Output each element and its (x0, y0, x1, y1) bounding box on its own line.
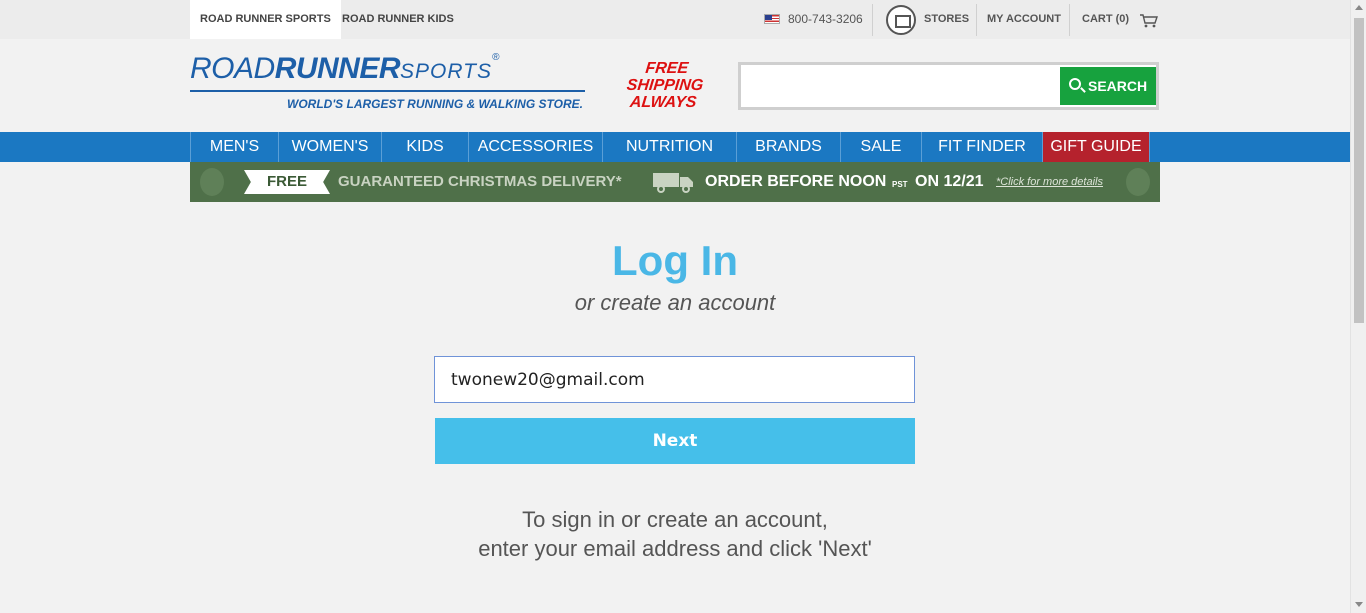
promo-date: ON 12/21 (915, 173, 984, 190)
nav-mens[interactable]: MEN'S (191, 132, 279, 162)
nav-kids[interactable]: KIDS (382, 132, 469, 162)
scrollbar-thumb[interactable] (1354, 18, 1364, 323)
page-title: Log In (612, 237, 738, 284)
divider (872, 4, 873, 36)
phone-number[interactable]: 800-743-3206 (788, 0, 863, 39)
stores-link[interactable]: STORES (924, 0, 969, 39)
tab-road-runner-sports[interactable]: ROAD RUNNER SPORTS (190, 0, 341, 39)
truck-icon (653, 173, 693, 193)
instruction-line: To sign in or create an account, (522, 507, 828, 532)
christmas-delivery-banner[interactable]: FREE GUARANTEED CHRISTMAS DELIVERY* ORDE… (190, 162, 1160, 202)
logo-runner: RUNNER (274, 52, 401, 85)
search-icon (1069, 78, 1081, 90)
divider (976, 4, 977, 36)
nav-sale[interactable]: SALE (841, 132, 922, 162)
vertical-scrollbar[interactable] (1350, 0, 1366, 613)
free-shipping-line: SHIPPING (625, 77, 705, 94)
free-shipping-badge: FREE SHIPPING ALWAYS (619, 60, 710, 111)
tab-road-runner-kids[interactable]: ROAD RUNNER KIDS (332, 0, 464, 39)
nav-nutrition[interactable]: NUTRITION (603, 132, 737, 162)
nav-womens[interactable]: WOMEN'S (279, 132, 382, 162)
search-input[interactable] (741, 65, 1059, 107)
logo-sports: SPORTS (400, 60, 492, 83)
page-subtitle: or create an account (574, 290, 776, 315)
logo-underline (190, 90, 585, 92)
next-button[interactable]: Next (435, 418, 915, 464)
nav-brands[interactable]: BRANDS (737, 132, 841, 162)
free-shipping-line: FREE (644, 60, 690, 77)
search-box: SEARCH (738, 62, 1159, 110)
nav-accessories[interactable]: ACCESSORIES (469, 132, 603, 162)
email-field[interactable] (434, 356, 915, 403)
divider (1069, 4, 1070, 36)
search-button-label: SEARCH (1088, 78, 1148, 94)
logo-road: ROAD (190, 52, 275, 85)
cart-icon[interactable] (1140, 14, 1158, 28)
logo-registered-mark: ® (492, 52, 499, 63)
top-utility-bar: ROAD RUNNER SPORTS ROAD RUNNER KIDS 800-… (0, 0, 1350, 39)
scroll-up-arrow-icon[interactable] (1355, 5, 1363, 10)
instruction-line: enter your email address and click 'Next… (478, 536, 872, 561)
nav-gift-guide[interactable]: GIFT GUIDE (1043, 132, 1150, 162)
logo-wordmark: ROADRUNNERSPORTS® (190, 52, 590, 86)
promo-pst: PST (892, 180, 908, 189)
search-button[interactable]: SEARCH (1060, 67, 1156, 105)
us-flag-icon (764, 14, 780, 24)
ornament-icon (200, 168, 224, 196)
site-logo[interactable]: ROADRUNNERSPORTS® WORLD'S LARGEST RUNNIN… (190, 52, 590, 112)
ornament-icon (1126, 168, 1150, 196)
my-account-link[interactable]: MY ACCOUNT (987, 0, 1061, 39)
promo-free-tag: FREE (244, 170, 330, 194)
login-instructions: To sign in or create an account, enter y… (0, 505, 1350, 563)
scroll-down-arrow-icon[interactable] (1355, 602, 1363, 607)
promo-details-link[interactable]: *Click for more details (996, 162, 1103, 202)
promo-guaranteed-text: GUARANTEED CHRISTMAS DELIVERY* (338, 173, 622, 190)
free-shipping-line: ALWAYS (629, 94, 698, 111)
cart-link[interactable]: CART (0) (1082, 0, 1129, 39)
nav-fit-finder[interactable]: FIT FINDER (922, 132, 1043, 162)
promo-order-before: ORDER BEFORE NOON (705, 173, 887, 190)
logo-tagline: WORLD'S LARGEST RUNNING & WALKING STORE. (287, 97, 583, 111)
store-icon[interactable] (886, 5, 916, 35)
main-nav: MEN'S WOMEN'S KIDS ACCESSORIES NUTRITION… (0, 132, 1350, 162)
